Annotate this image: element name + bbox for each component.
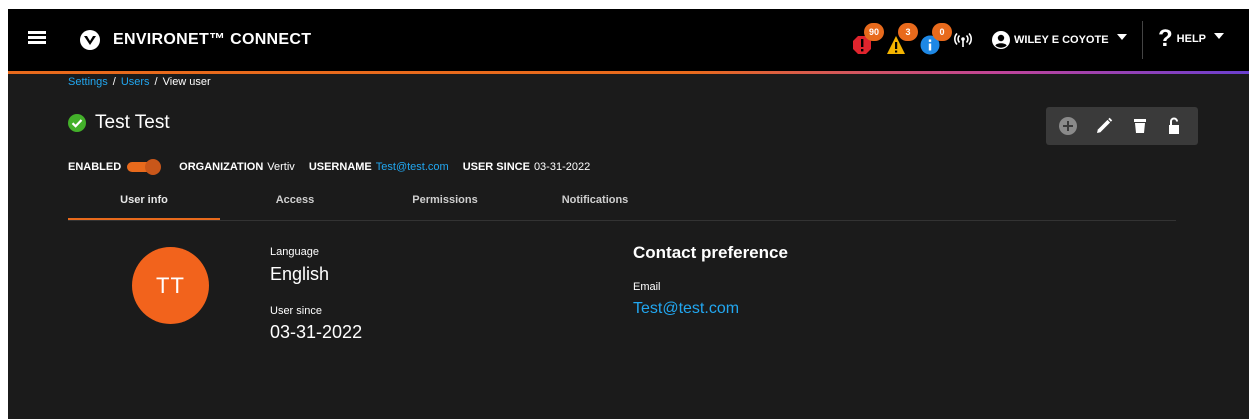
tab-user-info[interactable]: User info xyxy=(68,181,220,220)
tab-permissions[interactable]: Permissions xyxy=(370,181,520,219)
check-circle-icon xyxy=(68,114,86,132)
help-menu[interactable]: ? HELP xyxy=(1158,25,1225,53)
warning-alarms-button[interactable]: 3 xyxy=(884,23,918,57)
user-menu[interactable]: WILEY E COYOTE xyxy=(992,27,1127,53)
enabled-label: ENABLED xyxy=(68,161,122,173)
delete-icon[interactable] xyxy=(1130,116,1150,136)
chevron-down-icon xyxy=(1214,33,1225,39)
header-accent-bar xyxy=(8,71,1249,74)
action-toolbar xyxy=(1046,107,1198,145)
chevron-down-icon xyxy=(1116,34,1127,40)
enabled-toggle[interactable] xyxy=(127,159,162,175)
screenshot-frame: ENVIRONET™ CONNECT 90 3 0 WILEY E COYOTE… xyxy=(0,0,1256,419)
breadcrumb-separator: / xyxy=(112,76,116,88)
page-title: Test Test xyxy=(95,112,170,133)
critical-alarm-count: 90 xyxy=(864,23,884,41)
app-title: ENVIRONET™ CONNECT xyxy=(113,31,312,48)
help-question-icon: ? xyxy=(1158,25,1173,52)
tab-access[interactable]: Access xyxy=(220,181,370,219)
page-header: Test Test xyxy=(68,112,170,134)
user-since-field-value: 03-31-2022 xyxy=(270,322,363,342)
organization-label: ORGANIZATION xyxy=(179,161,264,173)
tab-notifications[interactable]: Notifications xyxy=(520,181,670,219)
language-value: English xyxy=(270,264,330,284)
hamburger-menu-icon[interactable] xyxy=(28,31,46,45)
username-value[interactable]: Test@test.com xyxy=(376,161,449,173)
contact-preference-title: Contact preference xyxy=(633,243,788,262)
add-icon[interactable] xyxy=(1058,116,1078,136)
top-bar: ENVIRONET™ CONNECT 90 3 0 WILEY E COYOTE… xyxy=(8,9,1249,71)
username-label: USERNAME xyxy=(308,161,372,173)
tab-bar: User info Access Permissions Notificatio… xyxy=(68,181,1176,221)
edit-icon[interactable] xyxy=(1094,116,1114,136)
help-label: HELP xyxy=(1176,33,1207,45)
user-meta-row: ENABLED ORGANIZATION Vertiv USERNAME Tes… xyxy=(68,159,590,175)
vertiv-logo-icon xyxy=(80,30,100,50)
user-account-icon xyxy=(992,31,1010,49)
header-divider xyxy=(1142,21,1143,59)
unlock-icon[interactable] xyxy=(1164,116,1184,136)
user-name: WILEY E COYOTE xyxy=(1014,34,1109,46)
breadcrumb-separator: / xyxy=(154,76,158,88)
breadcrumb-users[interactable]: Users xyxy=(121,76,150,88)
warning-alarm-count: 3 xyxy=(898,23,918,41)
email-label: Email xyxy=(633,281,661,293)
language-label: Language xyxy=(270,246,319,258)
organization-value: Vertiv xyxy=(267,161,295,173)
info-alarms-button[interactable]: 0 xyxy=(918,23,952,57)
info-alarm-count: 0 xyxy=(932,23,952,41)
critical-alarms-button[interactable]: 90 xyxy=(850,23,884,57)
breadcrumb-settings[interactable]: Settings xyxy=(68,76,108,88)
breadcrumb-current: View user xyxy=(162,76,211,88)
breadcrumb: Settings / Users / View user xyxy=(68,76,211,88)
user-since-value: 03-31-2022 xyxy=(533,161,591,173)
user-since-label: USER SINCE xyxy=(462,161,530,173)
signal-broadcast-icon[interactable] xyxy=(954,33,972,47)
avatar: TT xyxy=(132,247,209,324)
user-since-field-label: User since xyxy=(270,305,322,317)
email-value[interactable]: Test@test.com xyxy=(633,300,739,318)
app-window: ENVIRONET™ CONNECT 90 3 0 WILEY E COYOTE… xyxy=(8,9,1249,419)
